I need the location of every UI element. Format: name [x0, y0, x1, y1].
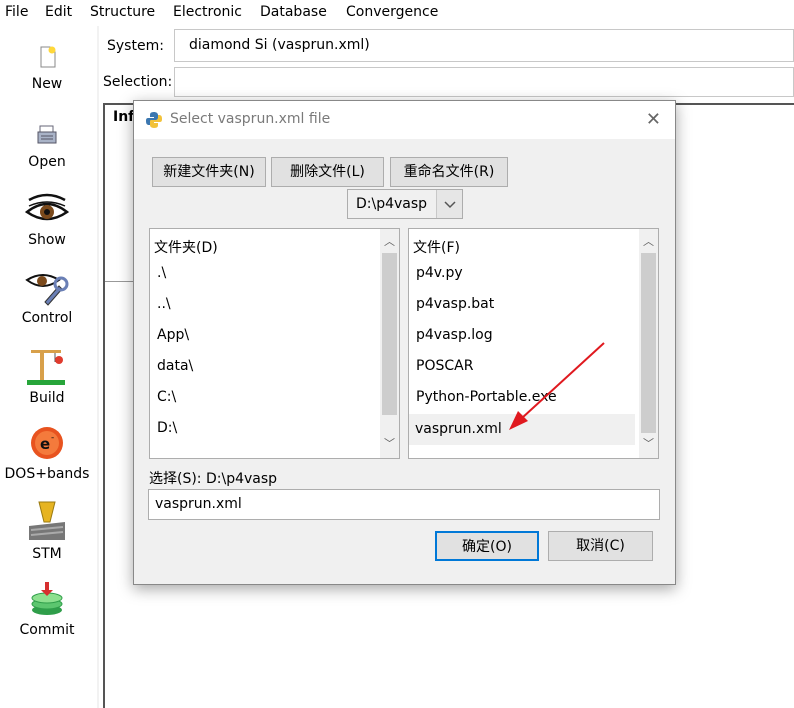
menu-bar: File Edit Structure Electronic Database …: [0, 0, 794, 26]
path-combo[interactable]: D:\p4vasp: [347, 189, 463, 219]
folders-header: 文件夹(D): [154, 240, 218, 256]
build-label: Build: [29, 390, 65, 406]
control-label: Control: [21, 310, 73, 326]
build-button[interactable]: Build: [0, 344, 94, 406]
system-value: diamond Si (vasprun.xml): [189, 37, 370, 53]
cancel-button[interactable]: 取消(C): [548, 531, 653, 561]
dialog-title: Select vasprun.xml file: [170, 111, 331, 127]
scroll-down-icon[interactable]: ﹀: [643, 435, 654, 451]
new-file-icon: [40, 46, 56, 68]
stm-label: STM: [32, 546, 62, 562]
file-item-selected[interactable]: vasprun.xml: [409, 414, 635, 445]
files-list[interactable]: 文件(F) p4v.py p4vasp.bat p4vasp.log POSCA…: [408, 228, 659, 459]
ok-button[interactable]: 确定(O): [435, 531, 539, 561]
open-label: Open: [28, 154, 66, 170]
selection-label: Selection:: [103, 74, 173, 90]
files-scroll-thumb[interactable]: [641, 253, 656, 433]
menu-electronic[interactable]: Electronic: [173, 4, 242, 20]
control-button[interactable]: Control: [0, 268, 94, 326]
new-folder-button[interactable]: 新建文件夹(N): [152, 157, 266, 187]
open-icon: [37, 125, 57, 144]
files-header: 文件(F): [413, 240, 460, 256]
commit-label: Commit: [19, 622, 75, 638]
chevron-down-icon: [444, 201, 456, 209]
python-icon: [146, 112, 162, 128]
build-crane-icon: [27, 350, 65, 385]
control-icon: [25, 274, 69, 306]
file-item[interactable]: p4v.py: [416, 265, 463, 281]
svg-text:-: -: [51, 433, 54, 443]
path-combo-value: D:\p4vasp: [356, 196, 428, 212]
commit-button[interactable]: Commit: [0, 580, 94, 638]
new-label: New: [31, 76, 63, 92]
new-button[interactable]: New: [0, 42, 94, 92]
menu-structure[interactable]: Structure: [90, 4, 155, 20]
system-label: System:: [107, 38, 164, 54]
left-toolbar: New Open Show Control Build e - DOS+band…: [0, 26, 99, 708]
menu-edit[interactable]: Edit: [45, 4, 72, 20]
dos-bands-button[interactable]: e - DOS+bands: [0, 424, 94, 482]
menu-file[interactable]: File: [5, 4, 28, 20]
stm-button[interactable]: STM: [0, 500, 94, 562]
dialog-titlebar[interactable]: Select vasprun.xml file ✕: [134, 101, 675, 139]
folder-item[interactable]: .\: [157, 265, 166, 281]
combo-dropdown-button[interactable]: [436, 190, 462, 218]
eye-icon: [25, 193, 69, 221]
file-item[interactable]: Python-Portable.exe: [416, 389, 557, 405]
rename-file-button[interactable]: 重命名文件(R): [390, 157, 508, 187]
select-file-dialog: Select vasprun.xml file ✕ 新建文件夹(N) 删除文件(…: [133, 100, 676, 585]
show-label: Show: [28, 232, 66, 248]
folders-scroll-thumb[interactable]: [382, 253, 397, 415]
menu-database[interactable]: Database: [260, 4, 327, 20]
stm-icon: [29, 501, 65, 540]
folder-item[interactable]: ..\: [157, 296, 171, 312]
folders-list[interactable]: 文件夹(D) .\ ..\ App\ data\ C:\ D:\ ︿ ﹀: [149, 228, 400, 459]
folder-item[interactable]: C:\: [157, 389, 176, 405]
scroll-up-icon[interactable]: ︿: [643, 233, 654, 249]
scroll-up-icon[interactable]: ︿: [384, 233, 395, 249]
svg-text:e: e: [40, 435, 50, 453]
scroll-down-icon[interactable]: ﹀: [384, 435, 395, 451]
close-icon[interactable]: ✕: [646, 109, 661, 130]
file-item[interactable]: p4vasp.bat: [416, 296, 494, 312]
folder-item[interactable]: D:\: [157, 420, 177, 436]
system-field: diamond Si (vasprun.xml): [174, 29, 794, 62]
file-item[interactable]: POSCAR: [416, 358, 473, 374]
selection-caption: 选择(S): D:\p4vasp: [149, 471, 278, 487]
folders-scrollbar[interactable]: ︿ ﹀: [380, 229, 399, 458]
folder-item[interactable]: data\: [157, 358, 193, 374]
menu-convergence[interactable]: Convergence: [346, 4, 438, 20]
open-button[interactable]: Open: [0, 120, 94, 170]
commit-icon: [31, 582, 63, 615]
files-scrollbar[interactable]: ︿ ﹀: [639, 229, 658, 458]
dos-bands-label: DOS+bands: [4, 466, 90, 482]
folder-item[interactable]: App\: [157, 327, 189, 343]
delete-file-button[interactable]: 删除文件(L): [271, 157, 384, 187]
selection-field[interactable]: [174, 67, 794, 97]
electron-icon: e -: [31, 427, 63, 459]
file-item[interactable]: p4vasp.log: [416, 327, 493, 343]
filename-input[interactable]: vasprun.xml: [148, 489, 660, 520]
show-button[interactable]: Show: [0, 192, 94, 248]
